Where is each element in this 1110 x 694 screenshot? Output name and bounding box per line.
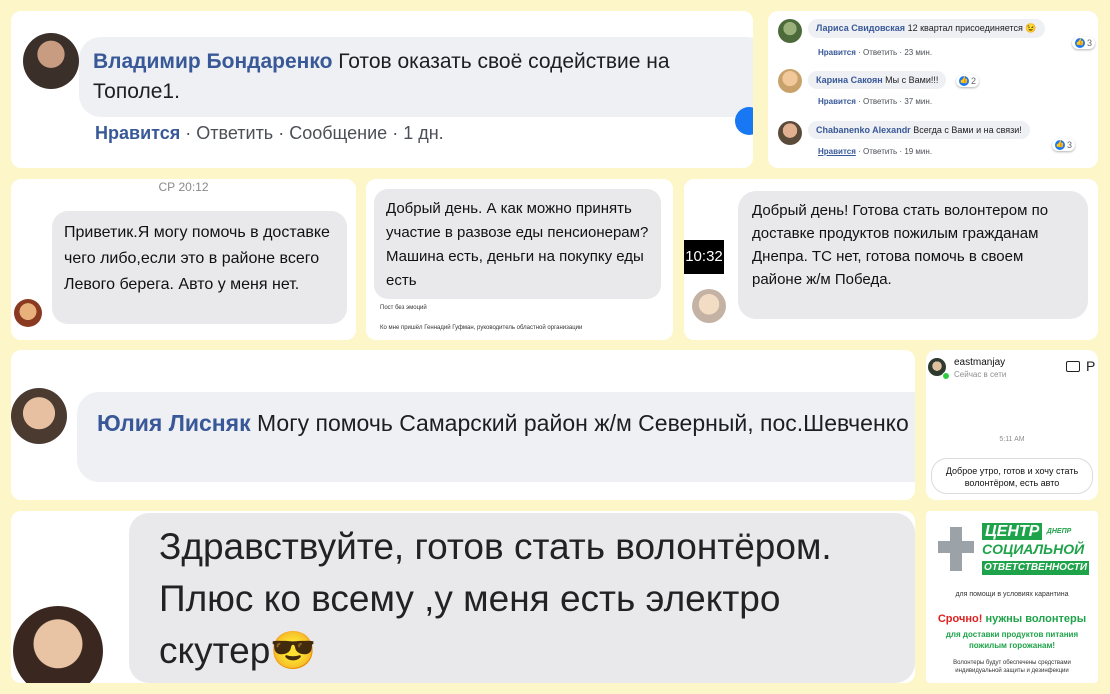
panel-instagram-dm: eastmanjay Сейчас в сети P 5:11 AM Добро…	[926, 350, 1098, 500]
like-link[interactable]: Нравится	[818, 48, 856, 57]
comment-actions: Нравится · Ответить · Сообщение · 1 дн.	[95, 123, 444, 143]
comment-time: 1 дн.	[403, 123, 444, 143]
panel-comment-bondarenko: Владимир Бондаренко Готов оказать своё с…	[11, 11, 753, 168]
dm-time: 5:11 AM	[999, 436, 1025, 443]
comment-time: 23 мин.	[904, 48, 933, 57]
urgent-red: Срочно!	[937, 613, 983, 625]
dm-status: Сейчас в сети	[954, 370, 1007, 379]
logo-title: ЦЕНТР ДНЕПР СОЦИАЛЬНОЙ ОТВЕТСТВЕННОСТИ	[982, 523, 1092, 575]
avatar[interactable]	[23, 33, 79, 89]
comment-text: Всегда с Вами и на связи!	[913, 125, 1022, 135]
panel-message-pobeda: 10:32 Добрый день! Готова стать волонтер…	[684, 179, 1098, 340]
message-bubble: Добрый день. А как можно принять участие…	[374, 189, 661, 299]
message-bubble: Доброе утро, готов и хочу стать волонтёр…	[931, 458, 1093, 494]
message-bubble: Добрый день! Готова стать волонтером по …	[738, 191, 1088, 319]
comment-bubble: Chabanenko Alexandr Всегда с Вами и на с…	[808, 121, 1030, 139]
online-dot	[942, 372, 950, 380]
dm-username[interactable]: eastmanjay	[954, 357, 1005, 368]
panel-message-scooter: Здравствуйте, готов стать волонтёром. Пл…	[11, 511, 915, 683]
comment-actions: Нравится · Ответить · 37 мин.	[818, 97, 933, 106]
message-time-badge: 10:32	[684, 240, 724, 274]
comment-bubble: Владимир Бондаренко Готов оказать своё с…	[79, 37, 753, 117]
reply-link[interactable]: Ответить	[863, 97, 897, 106]
message-timestamp: СР 20:12	[158, 180, 209, 194]
logo-line1: ЦЕНТР	[982, 523, 1043, 540]
like-link[interactable]: Нравится	[818, 97, 856, 106]
comment-bubble: Лариса Свидовская 12 квартал присоединяе…	[808, 19, 1045, 38]
poster-subtitle: для помощи в условиях карантина	[955, 591, 1069, 598]
comment-text: Могу помочь Самарский район ж/м Северный…	[257, 410, 909, 436]
message-text: Приветик.Я могу помочь в доставке чего л…	[64, 224, 330, 293]
poster-footer: Волонтеры будут обеспечены средствами ин…	[953, 660, 1071, 674]
avatar[interactable]	[778, 19, 802, 43]
logo-line3: ОТВЕТСТВЕННОСТИ	[982, 561, 1090, 575]
panel-message-levyi-bereg: СР 20:12 Приветик.Я могу помочь в достав…	[11, 179, 356, 340]
comment-row: Лариса Свидовская 12 квартал присоединяе…	[778, 19, 1096, 64]
avatar[interactable]	[692, 289, 726, 323]
reaction-count[interactable]: 👍 3	[1072, 37, 1096, 49]
post-snippet: Ко мне пришёл Геннадий Гуфман, руководит…	[380, 325, 583, 331]
comment-text: Мы с Вами!!!	[885, 75, 939, 85]
comment-row: Chabanenko Alexandr Всегда с Вами и на с…	[778, 119, 1096, 164]
reply-link[interactable]: Ответить	[863, 48, 897, 57]
logo-tag: ДНЕПР	[1046, 528, 1072, 535]
avatar[interactable]	[13, 606, 103, 683]
reply-link[interactable]: Ответить	[196, 123, 273, 143]
comment-bubble: Карина Сакоян Мы с Вами!!!	[808, 71, 947, 89]
message-text: Доброе утро, готов и хочу стать волонтёр…	[945, 466, 1079, 488]
logo-line2: СОЦИАЛЬНОЙ	[982, 541, 1085, 557]
message-bubble: Здравствуйте, готов стать волонтёром. Пл…	[129, 513, 915, 683]
like-link[interactable]: Нравится	[95, 123, 180, 143]
avatar[interactable]	[14, 299, 42, 327]
like-link[interactable]: Нравится	[818, 147, 856, 156]
poster-urgent: Срочно! нужны волонтеры	[926, 613, 1098, 625]
cross-logo-icon	[938, 527, 974, 571]
commenter-name[interactable]: Карина Сакоян	[816, 75, 883, 85]
comment-actions: Нравится · Ответить · 19 мин.	[818, 147, 933, 156]
message-link[interactable]: Сообщение	[289, 123, 387, 143]
avatar[interactable]	[11, 388, 67, 444]
like-icon: 👍	[959, 76, 969, 86]
commenter-name[interactable]: Юлия Лисняк	[97, 410, 251, 436]
panel-comments-list: Лариса Свидовская 12 квартал присоединяе…	[768, 11, 1098, 168]
commenter-name[interactable]: Владимир Бондаренко	[93, 50, 332, 73]
comment-time: 37 мин.	[904, 97, 933, 106]
scroll-button[interactable]	[735, 107, 753, 135]
reply-link[interactable]: Ответить	[863, 147, 897, 156]
like-icon: 👍	[1075, 38, 1085, 48]
panel-poster: ЦЕНТР ДНЕПР СОЦИАЛЬНОЙ ОТВЕТСТВЕННОСТИ д…	[926, 511, 1098, 683]
urgent-green: нужны волонтеры	[985, 613, 1087, 625]
message-bubble: Приветик.Я могу помочь в доставке чего л…	[52, 211, 347, 324]
poster-line3: пожилым горожанам!	[968, 641, 1056, 650]
comment-row: Карина Сакоян Мы с Вами!!! 👍 2 Нравится ·…	[778, 69, 1096, 114]
comment-actions: Нравится · Ответить · 23 мин.	[818, 48, 933, 57]
avatar[interactable]	[778, 121, 802, 145]
commenter-name[interactable]: Лариса Свидовская	[816, 23, 905, 33]
message-text: Добрый день. А как можно принять участие…	[386, 200, 649, 289]
panel-message-razvoz: Добрый день. А как можно принять участие…	[366, 179, 673, 340]
panel-comment-lisnyak: Юлия Лисняк Могу помочь Самарский район …	[11, 350, 915, 500]
video-call-icon[interactable]	[1066, 361, 1080, 372]
reaction-count[interactable]: 👍 3	[1052, 139, 1076, 151]
poster-line2: для доставки продуктов питания	[945, 630, 1079, 639]
reaction-count[interactable]: 👍 2	[956, 75, 980, 87]
comment-bubble: Юлия Лисняк Могу помочь Самарский район …	[77, 392, 915, 482]
like-icon: 👍	[1055, 140, 1065, 150]
phone-icon[interactable]: P	[1086, 358, 1095, 374]
comment-time: 19 мин.	[904, 147, 933, 156]
commenter-name[interactable]: Chabanenko Alexandr	[816, 125, 911, 135]
comment-text: 12 квартал присоединяется 😉	[907, 23, 1037, 33]
message-text: Здравствуйте, готов стать волонтёром. Пл…	[159, 526, 832, 671]
message-text: Добрый день! Готова стать волонтером по …	[752, 202, 1049, 288]
avatar[interactable]	[778, 69, 802, 93]
post-caption: Пост без эмоций	[380, 305, 427, 311]
